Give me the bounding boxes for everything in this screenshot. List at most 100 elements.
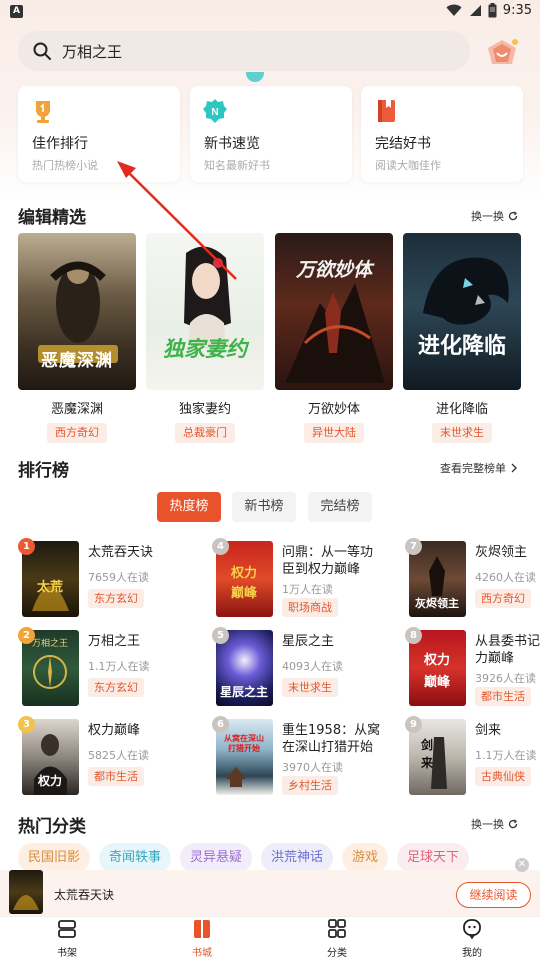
book-title: 恶魔深渊 <box>50 402 103 417</box>
ranking-genre-tag: 都市生活 <box>88 767 144 786</box>
rank-badge: 1 <box>18 538 35 555</box>
profile-icon <box>463 919 481 940</box>
ranking-readers: 3970人在读 <box>282 761 343 774</box>
rank-badge: 8 <box>405 627 422 644</box>
ranking-genre-tag: 都市生活 <box>475 687 531 706</box>
ranking-item[interactable]: 万相之王 2 万相之王 1.1万人在读 东方玄幻 <box>18 627 188 710</box>
ranking-item[interactable]: 星辰之主 5 星辰之主 4093人在读 末世求生 <box>212 627 382 710</box>
view-full-ranking-link[interactable]: 查看完整榜单 <box>440 460 518 476</box>
rank-badge: 7 <box>405 538 422 555</box>
ranking-book-title: 灰烬领主 <box>475 545 528 560</box>
book-cover <box>9 870 43 914</box>
ranking-genre-tag: 西方奇幻 <box>475 589 531 608</box>
category-chip[interactable]: 洪荒神话 <box>261 843 334 873</box>
ranking-item[interactable]: 权力巅峰 4 问鼎：从一等功臣到权力巅峰 1万人在读 职场商战 <box>212 538 382 621</box>
ranking-readers: 3926人在读 <box>475 672 536 685</box>
continue-reading-button[interactable]: 继续阅读 <box>456 882 531 908</box>
book-genre-tag: 末世求生 <box>432 423 492 443</box>
ranking-readers: 4260人在读 <box>475 571 536 584</box>
ranking-readers: 1万人在读 <box>282 583 333 596</box>
book-genre-tag: 异世大陆 <box>304 423 364 443</box>
ranking-readers: 7659人在读 <box>88 571 149 584</box>
book-title: 进化降临 <box>435 402 488 417</box>
section-title-hot-categories: 热门分类 <box>18 817 86 837</box>
refresh-icon <box>508 819 518 829</box>
rank-badge: 3 <box>18 716 35 733</box>
rank-badge: 2 <box>18 627 35 644</box>
ranking-book-title: 太荒吞天诀 <box>88 545 154 560</box>
ranking-item[interactable]: 权力巅峰 8 从县委书记到权力巅峰 3926人在读 都市生活 <box>405 627 540 710</box>
svg-text:巅峰: 巅峰 <box>231 585 258 601</box>
svg-text:权力: 权力 <box>230 565 257 581</box>
book-genre-tag: 西方奇幻 <box>47 423 107 443</box>
nav-bookstore[interactable]: 书城 <box>172 919 232 959</box>
rank-badge: 6 <box>212 716 229 733</box>
svg-text:万相之王: 万相之王 <box>32 637 68 649</box>
svg-text:太荒: 太荒 <box>36 579 63 595</box>
continue-reading-bar[interactable]: 太荒吞天诀 继续阅读 <box>0 870 540 916</box>
chevron-right-icon <box>511 463 517 473</box>
category-chip[interactable]: 民国旧影 <box>18 843 91 873</box>
ranking-genre-tag: 职场商战 <box>282 598 338 617</box>
refresh-categories-button[interactable]: 换一换 <box>471 816 518 832</box>
book-genre-tag: 总裁豪门 <box>175 423 235 443</box>
book-title: 独家妻约 <box>178 402 231 417</box>
ranking-genre-tag: 古典仙侠 <box>475 767 531 786</box>
nav-label: 我的 <box>462 948 482 959</box>
svg-text:星辰之主: 星辰之主 <box>220 684 268 699</box>
close-icon[interactable]: ✕ <box>515 858 529 872</box>
category-chip[interactable]: 足球天下 <box>397 843 470 873</box>
ranking-genre-tag: 乡村生活 <box>282 776 338 795</box>
nav-category[interactable]: 分类 <box>307 919 367 959</box>
ranking-item[interactable]: 灰烬领主 7 灰烬领主 4260人在读 西方奇幻 <box>405 538 540 621</box>
ranking-genre-tag: 末世求生 <box>282 678 338 697</box>
nav-label: 书城 <box>192 948 212 959</box>
ranking-item[interactable]: 从窝在深山 打猎开始 6 重生1958：从窝在深山打猎开始 3970人在读 乡村生… <box>212 716 382 799</box>
tab-finished-ranking[interactable]: 完结榜 <box>308 492 372 522</box>
rank-badge: 4 <box>212 538 229 555</box>
ranking-book-title: 重生1958：从窝在深山打猎开始 <box>282 723 381 755</box>
bookstore-icon <box>194 920 210 938</box>
bottom-nav: 书架 书城 分类 我的 <box>0 916 540 960</box>
bookshelf-icon <box>58 920 76 938</box>
svg-text:从窝在深山: 从窝在深山 <box>224 733 264 743</box>
view-all-label: 查看完整榜单 <box>440 462 506 475</box>
svg-text:权力: 权力 <box>423 652 450 668</box>
section-title-ranking: 排行榜 <box>18 461 69 481</box>
cover-title: 独家妻约 <box>163 337 247 361</box>
ranking-book-title: 从县委书记到权力巅峰 <box>475 634 540 666</box>
ranking-item[interactable]: 太荒 1 太荒吞天诀 7659人在读 东方玄幻 <box>18 538 188 621</box>
rank-badge: 9 <box>405 716 422 733</box>
nav-label: 书架 <box>57 948 77 959</box>
category-chip[interactable]: 奇闻轶事 <box>99 843 172 873</box>
nav-label: 分类 <box>327 948 347 959</box>
ranking-book-title: 权力巅峰 <box>88 723 141 738</box>
category-chip[interactable]: 游戏 <box>342 843 389 873</box>
ranking-readers: 4093人在读 <box>282 660 343 673</box>
ranking-readers: 1.1万人在读 <box>475 749 537 762</box>
book-title: 万欲妙体 <box>307 402 360 417</box>
ranking-genre-tag: 东方玄幻 <box>88 678 144 697</box>
svg-text:巅峰: 巅峰 <box>424 674 451 690</box>
svg-text:权力: 权力 <box>37 773 62 788</box>
ranking-readers: 5825人在读 <box>88 749 149 762</box>
ranking-genre-tag: 东方玄幻 <box>88 589 144 608</box>
svg-text:灰烬领主: 灰烬领主 <box>415 596 459 610</box>
ranking-book-title: 剑来 <box>475 723 502 738</box>
cover-title: 恶魔深渊 <box>41 351 113 371</box>
tab-hot-ranking[interactable]: 热度榜 <box>157 492 221 522</box>
ranking-book-title: 万相之王 <box>88 634 141 649</box>
ranking-item[interactable]: 权力 3 权力巅峰 5825人在读 都市生活 <box>18 716 188 799</box>
ranking-readers: 1.1万人在读 <box>88 660 150 673</box>
nav-bookshelf[interactable]: 书架 <box>37 919 97 959</box>
category-chip[interactable]: 灵异悬疑 <box>180 843 253 873</box>
tab-new-ranking[interactable]: 新书榜 <box>232 492 296 522</box>
ranking-item[interactable]: 剑来 9 剑来 1.1万人在读 古典仙侠 <box>405 716 540 799</box>
annotation-arrow <box>117 161 237 280</box>
cover-title: 进化降临 <box>417 334 506 359</box>
svg-text:剑: 剑 <box>420 737 433 752</box>
nav-profile[interactable]: 我的 <box>442 919 502 959</box>
rank-badge: 5 <box>212 627 229 644</box>
ranking-book-title: 问鼎：从一等功臣到权力巅峰 <box>282 545 374 577</box>
svg-text:打猎开始: 打猎开始 <box>228 743 260 753</box>
